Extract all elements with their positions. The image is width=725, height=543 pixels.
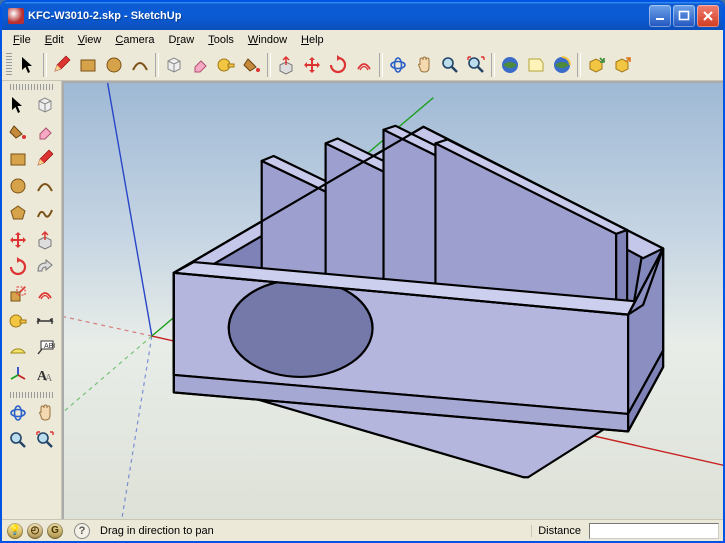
minimize-button[interactable] (649, 5, 671, 27)
window-title: KFC-W3010-2.skp - SketchUp (28, 10, 649, 22)
menu-camera[interactable]: Camera (108, 32, 161, 48)
push-pull-tool[interactable] (32, 227, 58, 253)
rectangle-tool[interactable] (75, 52, 101, 78)
make-component-tool[interactable] (32, 92, 58, 118)
svg-text:A: A (45, 373, 53, 384)
rectangle-tool[interactable] (5, 146, 31, 172)
tape-measure-tool[interactable] (213, 52, 239, 78)
move-tool[interactable] (299, 52, 325, 78)
app-window: KFC-W3010-2.skp - SketchUp File Edit Vie… (0, 0, 725, 543)
menu-window[interactable]: Window (241, 32, 294, 48)
menu-edit[interactable]: Edit (38, 32, 71, 48)
main-area: ABC AA (2, 81, 723, 519)
side-toolbar: ABC AA (2, 81, 62, 519)
3d-text-tool[interactable]: AA (32, 362, 58, 388)
tape-measure-tool[interactable] (5, 308, 31, 334)
app-icon (8, 8, 24, 24)
polygon-tool[interactable] (5, 200, 31, 226)
help-icon[interactable]: ? (74, 523, 90, 539)
ge-export-tool[interactable] (609, 52, 635, 78)
zoom-tool[interactable] (437, 52, 463, 78)
status-hint: Drag in direction to pan (96, 525, 529, 537)
pan-tool[interactable] (411, 52, 437, 78)
orbit-tool[interactable] (5, 400, 31, 426)
hints-toggle-icon[interactable]: 💡 (7, 523, 23, 539)
freehand-tool[interactable] (32, 200, 58, 226)
svg-text:ABC: ABC (44, 343, 55, 350)
arc-tool[interactable] (32, 173, 58, 199)
title-bar: KFC-W3010-2.skp - SketchUp (2, 2, 723, 30)
toolbar-grip[interactable] (10, 392, 53, 398)
select-tool[interactable] (15, 52, 41, 78)
zoom-tool[interactable] (5, 427, 31, 453)
select-tool[interactable] (5, 92, 31, 118)
pencil-tool[interactable] (32, 146, 58, 172)
circle-tool[interactable] (5, 173, 31, 199)
menu-help[interactable]: Help (294, 32, 331, 48)
move-tool[interactable] (5, 227, 31, 253)
text-tool[interactable]: ABC (32, 335, 58, 361)
get-model-tool[interactable] (497, 52, 523, 78)
ge-toggle-tool[interactable] (549, 52, 575, 78)
rotate-tool[interactable] (325, 52, 351, 78)
axes-tool[interactable] (5, 362, 31, 388)
scale-tool[interactable] (5, 281, 31, 307)
eraser-tool[interactable] (32, 119, 58, 145)
menu-draw[interactable]: Draw (162, 32, 202, 48)
ge-place-tool[interactable] (583, 52, 609, 78)
circle-tool[interactable] (101, 52, 127, 78)
menu-bar: File Edit View Camera Draw Tools Window … (2, 30, 723, 50)
rotate-tool[interactable] (5, 254, 31, 280)
window-controls (649, 5, 719, 27)
menu-file[interactable]: File (6, 32, 38, 48)
menu-view[interactable]: View (71, 32, 109, 48)
ge-snapshot-tool[interactable] (523, 52, 549, 78)
follow-me-tool[interactable] (32, 254, 58, 280)
zoom-extents-tool[interactable] (32, 427, 58, 453)
geo-icon[interactable]: G (47, 523, 63, 539)
zoom-extents-tool[interactable] (463, 52, 489, 78)
viewport-3d[interactable] (62, 81, 723, 519)
push-pull-tool[interactable] (273, 52, 299, 78)
top-toolbar (2, 50, 723, 81)
distance-input[interactable] (589, 523, 719, 539)
paint-bucket-tool[interactable] (5, 119, 31, 145)
toolbar-grip[interactable] (10, 84, 53, 90)
eraser-tool[interactable] (187, 52, 213, 78)
menu-tools[interactable]: Tools (201, 32, 241, 48)
close-button[interactable] (697, 5, 719, 27)
history-icon[interactable]: ◴ (27, 523, 43, 539)
offset-tool[interactable] (32, 281, 58, 307)
offset-tool[interactable] (351, 52, 377, 78)
arc-tool[interactable] (127, 52, 153, 78)
make-component-tool[interactable] (161, 52, 187, 78)
toolbar-grip[interactable] (6, 53, 12, 77)
distance-label: Distance (531, 525, 587, 537)
protractor-tool[interactable] (5, 335, 31, 361)
pencil-tool[interactable] (49, 52, 75, 78)
status-bar: 💡 ◴ G ? Drag in direction to pan Distanc… (2, 519, 723, 541)
orbit-tool[interactable] (385, 52, 411, 78)
dimension-tool[interactable] (32, 308, 58, 334)
maximize-button[interactable] (673, 5, 695, 27)
pan-tool[interactable] (32, 400, 58, 426)
paint-bucket-tool[interactable] (239, 52, 265, 78)
